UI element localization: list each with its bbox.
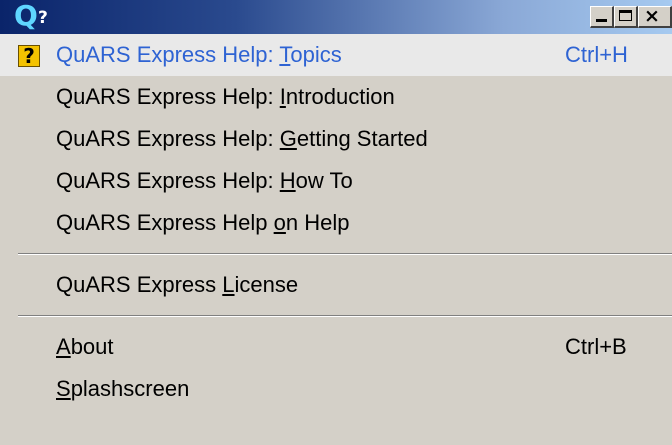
menu-separator xyxy=(18,253,672,255)
close-button[interactable]: × xyxy=(638,6,672,28)
menu-item-help-on-help[interactable]: QuARS Express Help on Help xyxy=(0,202,672,244)
menu-item-label: QuARS Express License xyxy=(56,272,299,297)
menu-item-help-introduction[interactable]: QuARS Express Help: Introduction xyxy=(0,76,672,118)
menu-item-label: QuARS Express Help: Getting Started xyxy=(56,126,428,151)
maximize-icon xyxy=(619,10,632,21)
menu-item-about[interactable]: About Ctrl+B xyxy=(0,326,672,368)
menu-item-splashscreen[interactable]: Splashscreen xyxy=(0,368,672,410)
menu-item-label: QuARS Express Help: Introduction xyxy=(56,84,395,109)
title-bar[interactable]: Q ? × xyxy=(0,0,672,34)
minimize-icon xyxy=(596,19,607,22)
menu-separator xyxy=(18,315,672,317)
minimize-button[interactable] xyxy=(590,6,614,28)
help-icon: ? xyxy=(18,45,40,67)
menu-item-label: QuARS Express Help: How To xyxy=(56,168,353,193)
menu-item-label: QuARS Express Help: Topics xyxy=(56,42,342,67)
menu-item-label: Splashscreen xyxy=(56,376,190,401)
close-icon: × xyxy=(644,5,660,27)
menu-item-help-getting-started[interactable]: QuARS Express Help: Getting Started xyxy=(0,118,672,160)
app-logo-icon: Q xyxy=(14,0,38,32)
help-menu-window: Q ? × ? QuARS Express Help: Topics Ctrl+… xyxy=(0,0,672,445)
menu-item-label: QuARS Express Help on Help xyxy=(56,210,350,235)
window-title: ? xyxy=(38,8,48,28)
menu-item-help-topics[interactable]: ? QuARS Express Help: Topics Ctrl+H xyxy=(0,34,672,76)
menu-item-help-how-to[interactable]: QuARS Express Help: How To xyxy=(0,160,672,202)
menu-item-shortcut: Ctrl+B xyxy=(565,334,627,359)
menu-item-label: About xyxy=(56,334,114,359)
maximize-button[interactable] xyxy=(614,6,638,28)
menu-item-shortcut: Ctrl+H xyxy=(565,42,628,67)
menu-item-license[interactable]: QuARS Express License xyxy=(0,264,672,306)
